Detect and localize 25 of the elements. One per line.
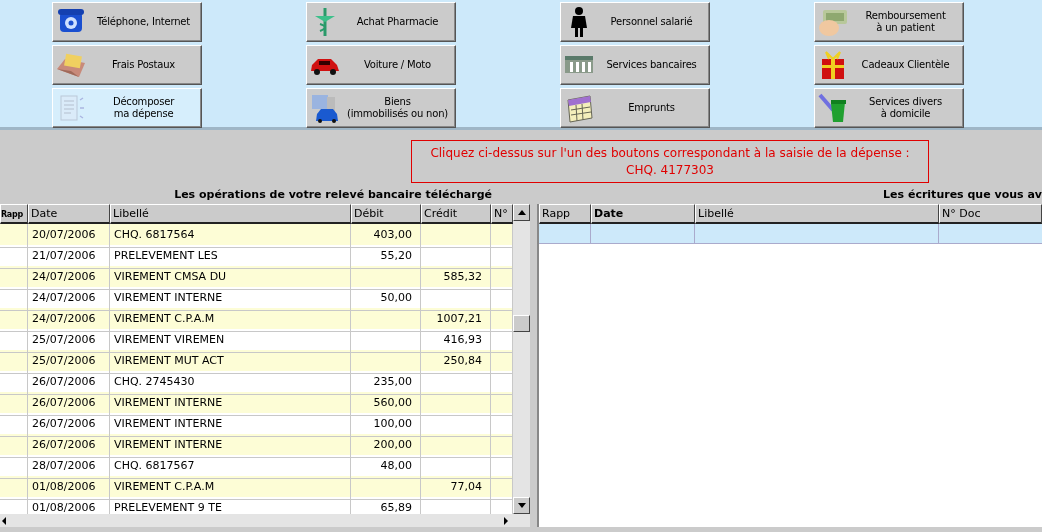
horizontal-scrollbar[interactable] [0, 514, 530, 527]
scroll-right-icon[interactable] [502, 516, 510, 525]
category-button[interactable]: Voiture / Moto [306, 45, 456, 85]
category-button[interactable]: Biens (immobilisés ou non) [306, 88, 456, 128]
category-button[interactable]: Services bancaires [560, 45, 710, 85]
category-button[interactable]: Achat Pharmacie [306, 2, 456, 42]
scroll-down-icon[interactable] [513, 497, 530, 514]
table-title: Les opérations de votre relevé bancaire téléchargé [173, 187, 493, 203]
category-button[interactable]: Remboursement à un patient [814, 2, 964, 42]
category-button[interactable]: Personnel salarié [560, 2, 710, 42]
computer-car-icon [309, 92, 341, 124]
category-button[interactable]: Emprunts [560, 88, 710, 128]
category-button[interactable]: Services divers à domicile [814, 88, 964, 128]
scroll-up-icon[interactable] [513, 204, 530, 221]
category-button[interactable]: Téléphone, Internet [52, 2, 202, 42]
syringe-bin-icon [817, 92, 849, 124]
table-title: Les écritures que vous av [882, 187, 1042, 203]
instruction-text: Cliquez ci-dessus sur l'un des boutons correspondant à la saisie de la dépense : [429, 145, 911, 162]
category-button[interactable]: Frais Postaux [52, 45, 202, 85]
selected-operation-text: CHQ. 4177303 [625, 162, 715, 179]
scroll-thumb[interactable] [513, 315, 530, 332]
scroll-left-icon[interactable] [0, 516, 8, 525]
category-button[interactable]: Cadeaux Clientèle [814, 45, 964, 85]
category-button[interactable]: Décomposer ma dépense [52, 88, 202, 128]
vertical-scrollbar[interactable] [513, 204, 530, 514]
